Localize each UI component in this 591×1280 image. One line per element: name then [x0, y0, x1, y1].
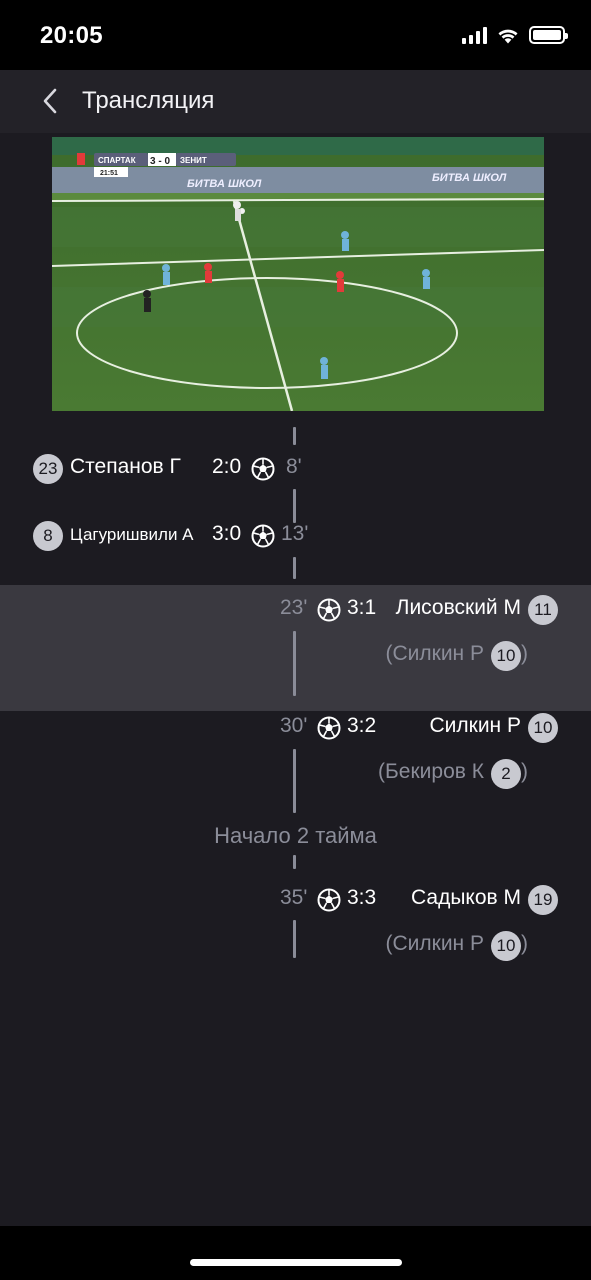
event-row: 23' 3:1 Лисовский М 11	[0, 592, 591, 628]
assist-number-badge: 2	[491, 759, 521, 789]
wifi-icon	[498, 29, 518, 43]
video-score: 3 - 0	[150, 156, 170, 167]
timeline-line	[293, 855, 296, 869]
content-area: СПАРТАК 3 - 0 ЗЕНИТ 21:51 БИТВА ШКОЛ БИТ…	[0, 133, 591, 1226]
assist-close: )	[521, 642, 528, 665]
status-bar: 20:05	[0, 0, 591, 70]
player-number-badge: 8	[33, 521, 63, 551]
video-player[interactable]: СПАРТАК 3 - 0 ЗЕНИТ 21:51 БИТВА ШКОЛ БИТ…	[52, 137, 544, 411]
nav-bar: Трансляция	[0, 70, 591, 133]
event-row: 23 Степанов Г 2:0 8'	[0, 451, 591, 487]
timeline-line	[293, 427, 296, 445]
assist-number-badge: 10	[491, 641, 521, 671]
video-area: СПАРТАК 3 - 0 ЗЕНИТ 21:51 БИТВА ШКОЛ БИТ…	[0, 133, 591, 412]
event-score: 3:2	[347, 714, 377, 737]
event-minute: 30'	[280, 714, 308, 737]
soccer-ball-icon	[317, 888, 341, 912]
video-banner-2: БИТВА ШКОЛ	[432, 172, 507, 184]
event-score: 3:3	[347, 886, 377, 909]
event-score: 3:1	[347, 596, 377, 619]
player-number-badge: 10	[528, 713, 558, 743]
soccer-ball-icon	[317, 716, 341, 740]
assist-row: (Силкин Р 10 )	[0, 638, 591, 674]
event-row: 30' 3:2 Силкин Р 10	[0, 710, 591, 746]
event-row: 35' 3:3 Садыков М 19	[0, 882, 591, 918]
home-indicator-area	[0, 1226, 591, 1280]
video-home-team: СПАРТАК	[98, 156, 136, 165]
assist-name: (Бекиров К	[378, 760, 484, 783]
assist-close: )	[521, 760, 528, 783]
player-number-badge: 19	[528, 885, 558, 915]
event-row: 8 Цагуришвили А 3:0 13'	[0, 518, 591, 554]
back-chevron-icon[interactable]	[36, 86, 66, 116]
timeline-line	[293, 557, 296, 579]
player-name: Лисовский М	[395, 596, 521, 619]
status-time: 20:05	[40, 22, 103, 49]
player-name: Силкин Р	[429, 714, 521, 737]
assist-close: )	[521, 932, 528, 955]
player-number-badge: 23	[33, 454, 63, 484]
football-pitch-image: СПАРТАК 3 - 0 ЗЕНИТ 21:51 БИТВА ШКОЛ БИТ…	[52, 137, 544, 411]
soccer-ball-icon	[251, 524, 275, 548]
video-away-team: ЗЕНИТ	[180, 156, 207, 165]
status-icons	[462, 26, 568, 44]
event-score: 3:0	[212, 522, 242, 545]
video-banner: БИТВА ШКОЛ	[187, 178, 262, 190]
soccer-ball-icon	[251, 457, 275, 481]
assist-number-badge: 10	[491, 931, 521, 961]
video-clock: 21:51	[100, 170, 118, 177]
cellular-signal-icon	[462, 26, 487, 44]
assist-row: (Бекиров К 2 )	[0, 756, 591, 792]
player-name: Степанов Г	[70, 455, 181, 478]
page-title: Трансляция	[82, 87, 215, 114]
assist-row: (Силкин Р 10 )	[0, 928, 591, 964]
period-label: Начало 2 тайма	[214, 823, 377, 848]
home-indicator[interactable]	[190, 1259, 402, 1266]
assist-name: (Силкин Р	[385, 642, 485, 665]
event-minute: 13'	[281, 522, 309, 545]
player-name: Садыков М	[410, 886, 521, 909]
event-score: 2:0	[212, 455, 242, 478]
soccer-ball-icon	[317, 598, 341, 622]
player-number-badge: 11	[528, 595, 558, 625]
player-name: Цагуришвили А	[70, 525, 194, 544]
battery-icon	[529, 26, 568, 44]
assist-name: (Силкин Р	[385, 932, 485, 955]
event-minute: 8'	[286, 455, 302, 478]
event-minute: 23'	[280, 596, 308, 619]
event-minute: 35'	[280, 886, 308, 909]
